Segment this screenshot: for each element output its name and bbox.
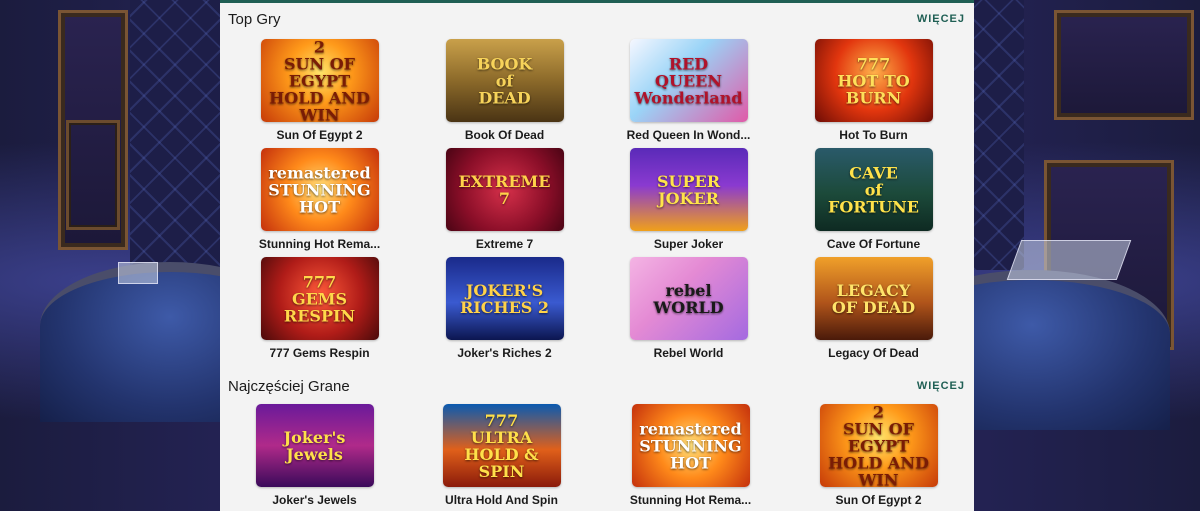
game-logo-art: 777 HOT TO BURN bbox=[837, 54, 910, 107]
game-name[interactable]: Extreme 7 bbox=[412, 237, 597, 251]
game-tile[interactable]: remastered STUNNING HOT Stunning Hot Rema… bbox=[227, 148, 412, 251]
game-logo-art: Joker's Jewels bbox=[283, 427, 346, 464]
game-thumbnail[interactable]: JOKER'S RICHES 2 bbox=[445, 257, 564, 340]
game-logo-art: rebel WORLD bbox=[653, 280, 724, 317]
card-shoe bbox=[1006, 240, 1132, 280]
game-thumbnail[interactable]: SUPER JOKER bbox=[629, 148, 748, 231]
game-name[interactable]: Super Joker bbox=[596, 237, 781, 251]
game-tile[interactable]: RED QUEEN Wonderland Red Queen In Wond... bbox=[596, 39, 781, 142]
game-tile[interactable]: LEGACY OF DEAD Legacy Of Dead bbox=[781, 257, 966, 360]
section-title: Top Gry bbox=[228, 11, 281, 28]
game-logo-art: BOOK of DEAD bbox=[476, 54, 533, 107]
game-tile[interactable]: 2 SUN OF EGYPT HOLD AND WIN Sun Of Egypt … bbox=[227, 39, 412, 142]
game-thumbnail[interactable]: remastered STUNNING HOT bbox=[631, 404, 750, 487]
game-logo-art: 777 ULTRA HOLD & SPIN bbox=[464, 410, 539, 481]
card-holder bbox=[118, 262, 158, 284]
game-thumbnail[interactable]: BOOK of DEAD bbox=[445, 39, 564, 122]
more-link[interactable]: WIĘCEJ bbox=[917, 13, 965, 25]
section-header-top-games: Top Gry WIĘCEJ bbox=[220, 3, 974, 33]
game-thumbnail[interactable]: EXTREME 7 bbox=[445, 148, 564, 231]
game-tile[interactable]: rebel WORLD Rebel World bbox=[596, 257, 781, 360]
game-thumbnail[interactable]: 777 ULTRA HOLD & SPIN bbox=[442, 404, 561, 487]
game-tile[interactable]: JOKER'S RICHES 2 Joker's Riches 2 bbox=[412, 257, 597, 360]
game-tile[interactable]: 777 ULTRA HOLD & SPIN Ultra Hold And Spin bbox=[409, 404, 594, 507]
game-thumbnail[interactable]: 777 GEMS RESPIN bbox=[260, 257, 379, 340]
game-logo-art: EXTREME 7 bbox=[458, 171, 551, 208]
diamond-wall-panel bbox=[974, 0, 1024, 270]
game-thumbnail[interactable]: Joker's Jewels bbox=[255, 404, 374, 487]
wall-panel-upper bbox=[1054, 10, 1194, 120]
game-tile[interactable]: remastered STUNNING HOT Stunning Hot Rema… bbox=[598, 404, 783, 507]
game-thumbnail[interactable]: 777 HOT TO BURN bbox=[814, 39, 933, 122]
game-tile[interactable]: 2 SUN OF EGYPT HOLD AND WIN Sun Of Egypt … bbox=[786, 404, 971, 507]
game-tile[interactable]: 777 HOT TO BURN Hot To Burn bbox=[781, 39, 966, 142]
game-logo-art: SUPER JOKER bbox=[656, 171, 721, 208]
game-name[interactable]: Stunning Hot Rema... bbox=[598, 493, 783, 507]
section-title: Najczęściej Grane bbox=[228, 378, 350, 395]
game-tile[interactable]: Joker's Jewels Joker's Jewels bbox=[222, 404, 407, 507]
game-thumbnail[interactable]: remastered STUNNING HOT bbox=[260, 148, 379, 231]
game-thumbnail[interactable]: LEGACY OF DEAD bbox=[814, 257, 933, 340]
background-left-decor bbox=[0, 0, 300, 511]
game-name[interactable]: Joker's Jewels bbox=[222, 493, 407, 507]
game-logo-art: RED QUEEN Wonderland bbox=[634, 54, 743, 107]
game-name[interactable]: Sun Of Egypt 2 bbox=[786, 493, 971, 507]
games-panel: Top Gry WIĘCEJ 2 SUN OF EGYPT HOLD AND W… bbox=[220, 0, 974, 511]
game-logo-art: 2 SUN OF EGYPT HOLD AND WIN bbox=[269, 39, 370, 122]
game-name[interactable]: Red Queen In Wond... bbox=[596, 128, 781, 142]
game-name[interactable]: Joker's Riches 2 bbox=[412, 346, 597, 360]
game-name[interactable]: Book Of Dead bbox=[412, 128, 597, 142]
game-thumbnail[interactable]: CAVE of FORTUNE bbox=[814, 148, 933, 231]
game-name[interactable]: Ultra Hold And Spin bbox=[409, 493, 594, 507]
game-name[interactable]: Cave Of Fortune bbox=[781, 237, 966, 251]
game-thumbnail[interactable]: 2 SUN OF EGYPT HOLD AND WIN bbox=[260, 39, 379, 122]
section-header-most-played: Najczęściej Grane WIĘCEJ bbox=[220, 370, 974, 400]
game-tile[interactable]: SUPER JOKER Super Joker bbox=[596, 148, 781, 251]
door-inset bbox=[66, 120, 120, 230]
diamond-wall-panel bbox=[130, 0, 220, 270]
game-thumbnail[interactable]: rebel WORLD bbox=[629, 257, 748, 340]
game-logo-art: 777 GEMS RESPIN bbox=[283, 272, 356, 325]
game-tile[interactable]: CAVE of FORTUNE Cave Of Fortune bbox=[781, 148, 966, 251]
game-name[interactable]: Sun Of Egypt 2 bbox=[227, 128, 412, 142]
game-thumbnail[interactable]: RED QUEEN Wonderland bbox=[629, 39, 748, 122]
more-link[interactable]: WIĘCEJ bbox=[917, 380, 965, 392]
game-logo-art: remastered STUNNING HOT bbox=[639, 419, 742, 472]
game-logo-art: remastered STUNNING HOT bbox=[268, 163, 371, 216]
game-tile[interactable]: EXTREME 7 Extreme 7 bbox=[412, 148, 597, 251]
game-name[interactable]: Hot To Burn bbox=[781, 128, 966, 142]
game-logo-art: 2 SUN OF EGYPT HOLD AND WIN bbox=[828, 404, 929, 487]
game-tile[interactable]: BOOK of DEAD Book Of Dead bbox=[412, 39, 597, 142]
game-name[interactable]: 777 Gems Respin bbox=[227, 346, 412, 360]
game-name[interactable]: Stunning Hot Rema... bbox=[227, 237, 412, 251]
game-name[interactable]: Rebel World bbox=[596, 346, 781, 360]
game-name[interactable]: Legacy Of Dead bbox=[781, 346, 966, 360]
background-right-decor bbox=[894, 0, 1200, 511]
game-logo-art: CAVE of FORTUNE bbox=[828, 163, 919, 216]
game-tile[interactable]: 777 GEMS RESPIN 777 Gems Respin bbox=[227, 257, 412, 360]
game-logo-art: JOKER'S RICHES 2 bbox=[459, 280, 550, 317]
game-logo-art: LEGACY OF DEAD bbox=[831, 280, 916, 317]
game-thumbnail[interactable]: 2 SUN OF EGYPT HOLD AND WIN bbox=[819, 404, 938, 487]
